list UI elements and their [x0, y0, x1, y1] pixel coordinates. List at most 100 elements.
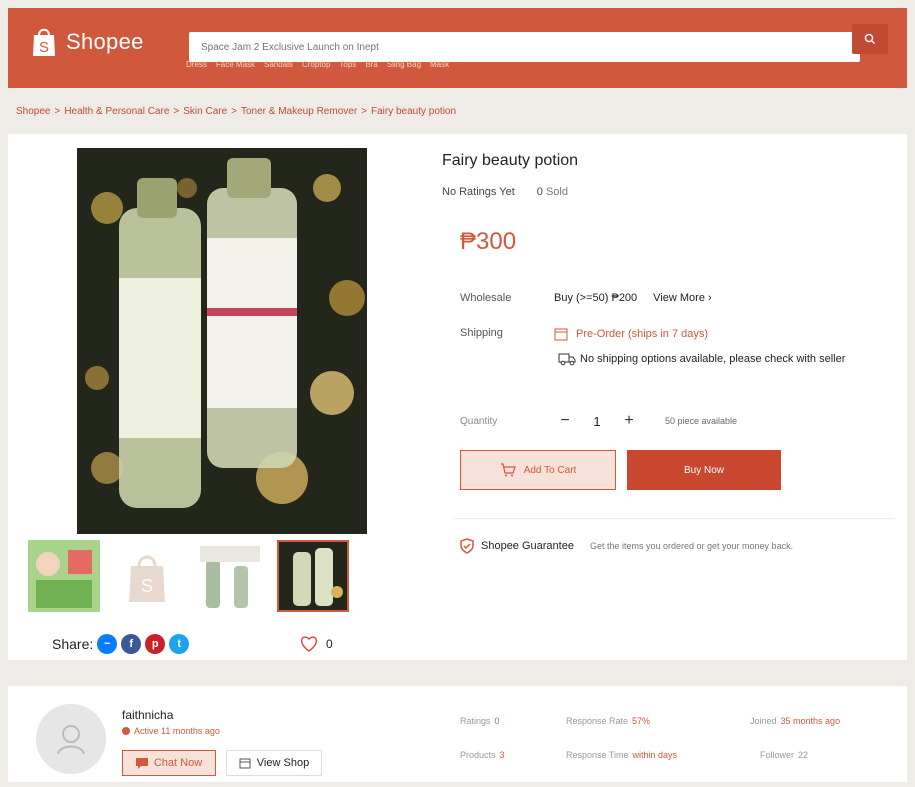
- thumbnail[interactable]: [194, 540, 266, 612]
- chat-icon: [135, 757, 148, 769]
- stat-response-time-label: Response Time: [566, 750, 629, 760]
- keyword-link[interactable]: Bra: [365, 60, 377, 69]
- quantity-increase-button[interactable]: +: [618, 410, 640, 432]
- shipping-label: Shipping: [460, 327, 503, 339]
- stat-joined-value: 35 months ago: [780, 716, 841, 726]
- search-input[interactable]: [189, 32, 860, 62]
- chevron-right-icon: >: [54, 106, 61, 117]
- keyword-link[interactable]: Mask: [430, 60, 449, 69]
- stat-response-time-value: within days: [632, 750, 678, 760]
- product-price: ₱300: [460, 228, 517, 255]
- product-card: S Share: ~ f p t 0 Fairy beauty potion N…: [8, 134, 907, 660]
- avatar[interactable]: [36, 704, 106, 774]
- thumbnail[interactable]: [277, 540, 349, 612]
- chat-now-button[interactable]: Chat Now: [122, 750, 216, 776]
- no-shipping-text: No shipping options available, please ch…: [580, 353, 846, 365]
- chat-now-label: Chat Now: [153, 757, 203, 769]
- thumbnail-strip: S: [28, 540, 349, 612]
- breadcrumb-current: Fairy beauty potion: [371, 106, 457, 117]
- view-shop-label: View Shop: [256, 757, 310, 769]
- chevron-right-icon: >: [361, 106, 367, 117]
- stat-ratings: Ratings 0: [460, 716, 500, 726]
- share-row: Share: ~ f p t: [52, 634, 190, 654]
- facebook-icon[interactable]: f: [121, 634, 142, 654]
- top-header: S Shopee: [8, 8, 907, 88]
- hot-keywords: Dress Face Mask Sandals Croptop Tops Bra…: [186, 60, 449, 69]
- quantity-stepper: − 1 +: [554, 410, 640, 432]
- stat-response-rate-label: Response Rate: [566, 716, 629, 726]
- shopee-guarantee: Shopee Guarantee Get the items you order…: [459, 538, 793, 554]
- sold-label: Sold: [545, 186, 568, 198]
- guarantee-text: Get the items you ordered or get your mo…: [589, 541, 794, 551]
- keyword-link[interactable]: Dress: [186, 60, 207, 69]
- twitter-icon[interactable]: t: [169, 634, 190, 654]
- breadcrumb-item[interactable]: Skin Care: [183, 106, 227, 117]
- stat-response-rate-value: 57%: [632, 716, 651, 726]
- thumbnail[interactable]: S: [111, 540, 183, 612]
- share-label: Share:: [52, 636, 94, 652]
- svg-text:S: S: [141, 576, 153, 596]
- stat-products-value: 3: [499, 750, 505, 760]
- heart-icon: [301, 636, 317, 652]
- stat-joined: Joined 35 months ago: [750, 716, 840, 726]
- keyword-link[interactable]: Face Mask: [216, 60, 255, 69]
- shopee-logo[interactable]: S Shopee: [30, 26, 144, 58]
- wholesale-info: Buy (>=50) ₱200 View More ›: [554, 292, 712, 304]
- seller-card: faithnicha Active 11 months ago Chat Now…: [8, 686, 907, 782]
- available-stock: 50 piece available: [665, 416, 738, 426]
- thumbnail[interactable]: [28, 540, 100, 612]
- breadcrumb-item[interactable]: Toner & Makeup Remover: [241, 106, 357, 117]
- keyword-link[interactable]: Croptop: [302, 60, 330, 69]
- keyword-link[interactable]: Sandals: [264, 60, 293, 69]
- like-button[interactable]: 0: [300, 636, 333, 652]
- stat-response-rate: Response Rate 57%: [566, 716, 650, 726]
- wholesale-value: Buy (>=50) ₱200: [554, 292, 638, 304]
- wholesale-label: Wholesale: [460, 292, 512, 304]
- logo-text: Shopee: [66, 29, 144, 54]
- search-bar[interactable]: [189, 32, 860, 62]
- pinterest-icon[interactable]: p: [145, 634, 166, 654]
- divider: [454, 518, 894, 519]
- price-box: ₱300: [442, 210, 882, 270]
- product-main-image[interactable]: [77, 148, 367, 534]
- breadcrumb-item[interactable]: Shopee: [16, 106, 50, 117]
- view-more-label: View More: [653, 292, 705, 304]
- truck-icon: [558, 353, 576, 366]
- add-to-cart-button[interactable]: Add To Cart: [460, 450, 616, 490]
- svg-text:S: S: [39, 39, 49, 56]
- clock-icon: [122, 727, 130, 735]
- view-shop-button[interactable]: View Shop: [226, 750, 322, 776]
- buy-now-button[interactable]: Buy Now: [627, 450, 781, 490]
- breadcrumb: Shopee > Health & Personal Care > Skin C…: [16, 106, 456, 117]
- view-more-link[interactable]: View More ›: [653, 292, 712, 304]
- product-title: Fairy beauty potion: [442, 152, 579, 169]
- keyword-link[interactable]: Sling Bag: [387, 60, 421, 69]
- add-to-cart-label: Add To Cart: [523, 464, 577, 476]
- chevron-right-icon: >: [231, 106, 237, 117]
- search-button[interactable]: [852, 24, 888, 54]
- cart-icon: [500, 463, 516, 477]
- seller-name[interactable]: faithnicha: [122, 708, 173, 722]
- stat-follower: Follower 22: [760, 750, 808, 760]
- keyword-link[interactable]: Tops: [339, 60, 356, 69]
- seller-active-status: Active 11 months ago: [122, 726, 220, 736]
- stat-ratings-label: Ratings: [460, 716, 491, 726]
- quantity-input[interactable]: 1: [584, 414, 610, 429]
- stat-joined-label: Joined: [750, 716, 777, 726]
- guarantee-title: Shopee Guarantee: [481, 540, 574, 552]
- quantity-decrease-button[interactable]: −: [554, 410, 576, 432]
- shopee-bag-icon: S: [30, 26, 58, 58]
- messenger-icon[interactable]: ~: [97, 634, 118, 654]
- stat-follower-value: 22: [798, 750, 809, 760]
- chevron-right-icon: >: [173, 106, 180, 117]
- preorder-text: Pre-Order (ships in 7 days): [576, 328, 709, 340]
- stat-products-label: Products: [460, 750, 496, 760]
- sold-count: 0: [536, 186, 543, 198]
- no-shipping-info: No shipping options available, please ch…: [558, 352, 845, 366]
- breadcrumb-item[interactable]: Health & Personal Care: [64, 106, 169, 117]
- preorder-info: Pre-Order (ships in 7 days): [554, 327, 708, 341]
- like-count: 0: [326, 637, 333, 651]
- sold-info: 0 Sold: [537, 186, 568, 198]
- store-icon: [239, 758, 251, 768]
- shield-icon: [460, 538, 474, 554]
